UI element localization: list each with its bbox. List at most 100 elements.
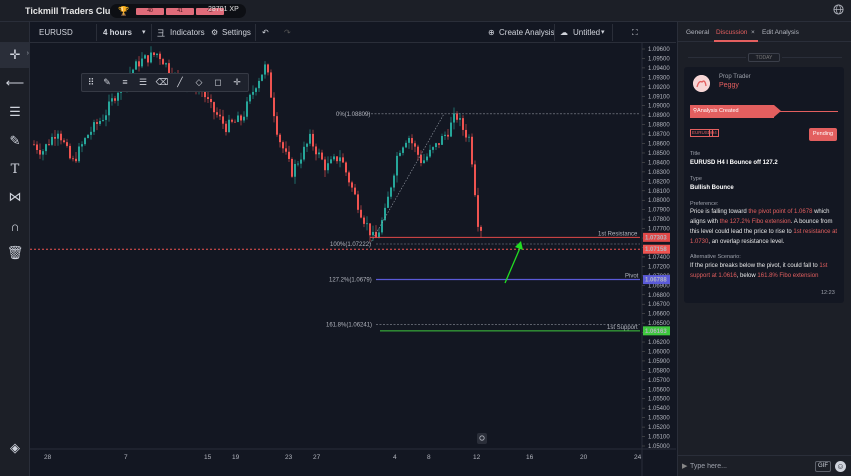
line-style-icon[interactable]: ≡ — [118, 77, 132, 89]
candle — [234, 121, 236, 123]
trophy-icon: 🏆 — [118, 6, 130, 16]
chevron-down-icon[interactable]: ▾ — [142, 28, 146, 36]
price-tick-label: 1.06700 — [648, 302, 670, 308]
divider — [255, 24, 256, 41]
layout-name[interactable]: Untitled — [573, 28, 600, 37]
price-tick-label: 1.08700 — [648, 132, 670, 138]
candle — [459, 118, 461, 120]
alternative-text: If the price breaks below the pivot, it … — [690, 261, 838, 281]
crosshair-icon[interactable]: ✛ — [230, 77, 244, 89]
candle — [111, 98, 113, 102]
price-tick-label: 1.07900 — [648, 208, 670, 214]
candle — [420, 154, 422, 164]
support-label: 1st Support — [607, 325, 638, 331]
price-tick-label: 1.05700 — [648, 378, 670, 384]
tab-general[interactable]: General — [686, 29, 709, 36]
time-tick-label: 4 — [393, 454, 397, 461]
candle — [456, 113, 458, 120]
candle — [354, 187, 356, 195]
undo-icon[interactable]: ↶ — [262, 28, 269, 37]
candle — [423, 160, 425, 164]
candle — [144, 55, 146, 59]
candle — [75, 158, 77, 162]
pencil-icon[interactable]: ✎ — [100, 77, 114, 89]
line-tool[interactable]: ⟵ — [0, 70, 30, 96]
candle — [453, 113, 455, 123]
candle — [432, 147, 434, 150]
rectangle-icon[interactable]: ◻ — [211, 77, 225, 89]
candle — [333, 156, 335, 160]
gif-button[interactable]: GIF — [815, 461, 831, 472]
candle — [249, 94, 251, 102]
magnet-tool[interactable]: ∩ — [0, 213, 30, 239]
price-chart[interactable]: 1.09600 1.09500 1.09400 1.09300 1.09200 1.091… — [30, 43, 676, 476]
interval-select[interactable]: 4 hours — [103, 28, 132, 37]
fill-icon[interactable]: ◇ — [192, 77, 206, 89]
message-input[interactable] — [690, 460, 810, 473]
candle — [291, 158, 293, 177]
price-tick-label: 1.09200 — [648, 85, 670, 91]
candle — [219, 114, 221, 117]
price-tick-label: 1.05200 — [648, 425, 670, 431]
time-tick-label: 16 — [526, 454, 534, 461]
line-icon[interactable]: ╱ — [173, 77, 187, 89]
price-tick-label: 1.05400 — [648, 406, 670, 412]
candle — [372, 231, 374, 236]
candle — [96, 122, 98, 124]
price-tick-label: 1.09300 — [648, 75, 670, 81]
brush-tool[interactable]: ✎ — [0, 128, 30, 154]
price-tick-label: 1.05600 — [648, 387, 670, 393]
settings-button[interactable]: Settings — [222, 28, 251, 37]
create-analysis-button[interactable]: Create Analysis — [499, 28, 555, 37]
fullscreen-icon[interactable]: ⛶ — [632, 28, 638, 38]
tab-edit-analysis[interactable]: Edit Analysis — [762, 29, 799, 36]
text-color-icon[interactable]: ⌫ — [155, 77, 169, 89]
candle — [45, 144, 47, 152]
brush-icon: ✎ — [9, 133, 21, 148]
candle — [438, 143, 440, 145]
xp-level-bar: 41 — [166, 8, 194, 15]
candle — [345, 162, 347, 173]
candle — [288, 151, 290, 159]
status-badge[interactable]: Pending — [809, 128, 837, 141]
candle — [444, 134, 446, 136]
close-icon[interactable]: × — [751, 29, 755, 36]
candle — [147, 55, 149, 63]
fib-tool[interactable]: ☰ — [0, 99, 30, 125]
candle — [270, 72, 272, 98]
gear-icon: ⚙ — [211, 28, 219, 37]
candle — [390, 187, 392, 197]
highlight-text: the 127.2% Fibo extension — [719, 219, 791, 225]
redo-icon[interactable]: ↷ — [284, 28, 291, 37]
candle — [87, 134, 89, 139]
crosshair-icon: ✛ — [9, 47, 21, 62]
highlight-text: 161.8% Fibo extension — [757, 273, 819, 279]
candle — [282, 142, 284, 149]
globe-icon[interactable] — [833, 4, 844, 15]
delete-tool[interactable]: 🗑 — [0, 240, 30, 266]
event-label: Analysis Created — [697, 108, 739, 114]
stroke-width-icon[interactable]: ☰ — [136, 77, 150, 89]
chevron-down-icon[interactable]: ▾ — [601, 28, 605, 36]
layers-tool[interactable]: ◈ — [0, 435, 30, 461]
play-icon[interactable]: ▶ — [682, 462, 687, 470]
author-name[interactable]: Peggy — [719, 82, 739, 89]
symbol-select[interactable]: EURUSD — [39, 28, 73, 37]
price-tick-label: 1.08600 — [648, 142, 670, 148]
tab-discussion[interactable]: Discussion — [716, 29, 747, 36]
chevron-right-icon[interactable]: › — [27, 50, 29, 57]
text-tool[interactable]: T — [0, 156, 30, 182]
candle — [207, 97, 209, 100]
indicators-button[interactable]: Indicators — [170, 28, 205, 37]
price-tick-label: 1.07200 — [648, 264, 670, 270]
candle — [273, 97, 275, 117]
candle — [306, 143, 308, 147]
price-tick-label: 1.08300 — [648, 170, 670, 176]
crosshair-tool[interactable]: ✛ › — [0, 42, 30, 68]
indicators-icon: ⼹ — [157, 29, 165, 38]
emoji-icon[interactable]: ☺ — [835, 461, 846, 472]
candle — [474, 164, 476, 196]
drag-handle-icon[interactable]: ⠿ — [84, 77, 98, 89]
candle — [330, 159, 332, 164]
pattern-tool[interactable]: ⋈ — [0, 184, 30, 210]
